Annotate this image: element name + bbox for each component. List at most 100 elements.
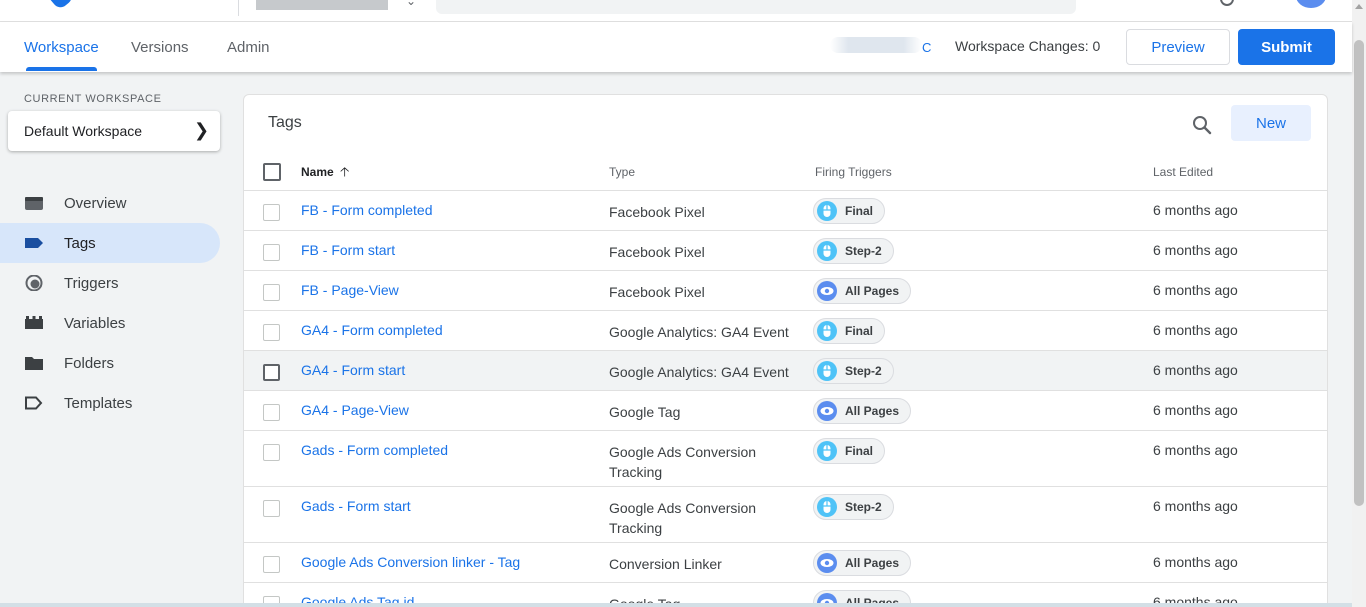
trigger-chip[interactable]: Step-2 <box>813 494 894 520</box>
sidebar-item-templates[interactable]: Templates <box>0 383 220 423</box>
column-header-firing-triggers: Firing Triggers <box>815 165 892 179</box>
tag-name-link[interactable]: FB - Form start <box>301 242 395 258</box>
select-all-checkbox[interactable] <box>263 163 281 181</box>
submit-button[interactable]: Submit <box>1238 29 1335 65</box>
scrollbar-thumb[interactable] <box>1354 40 1364 506</box>
last-edited: 6 months ago <box>1153 442 1238 458</box>
table-row[interactable]: GA4 - Form start Google Analytics: GA4 Ev… <box>244 351 1327 391</box>
page-scrollbar[interactable] <box>1352 0 1366 607</box>
tag-name-link[interactable]: Google Ads Conversion linker - Tag <box>301 554 520 570</box>
trigger-chip[interactable]: Step-2 <box>813 238 894 264</box>
workspace-name: Default Workspace <box>24 123 143 139</box>
tag-name-link[interactable]: GA4 - Form completed <box>301 322 443 338</box>
trigger-chip-label: All Pages <box>845 556 900 570</box>
tag-name-link[interactable]: GA4 - Form start <box>301 362 405 378</box>
table-row[interactable]: GA4 - Form completed Google Analytics: GA… <box>244 311 1327 351</box>
column-header-type[interactable]: Type <box>609 165 635 179</box>
tag-name-link[interactable]: GA4 - Page-View <box>301 402 409 418</box>
tag-name-link[interactable]: Gads - Form start <box>301 498 411 514</box>
sidebar-item-triggers[interactable]: Triggers <box>0 263 220 303</box>
trigger-chip[interactable]: Final <box>813 438 886 464</box>
row-checkbox[interactable] <box>263 556 280 573</box>
row-checkbox[interactable] <box>263 444 280 461</box>
tab-admin[interactable]: Admin <box>227 39 270 56</box>
trigger-chip[interactable]: All Pages <box>813 278 912 304</box>
last-edited: 6 months ago <box>1153 362 1238 378</box>
tab-workspace[interactable]: Workspace <box>24 39 99 56</box>
tag-type: Google Analytics: GA4 Event <box>609 364 789 380</box>
folder-icon <box>25 357 43 370</box>
table-row[interactable]: FB - Form completed Facebook Pixel Final 6 … <box>244 191 1327 231</box>
tag-type: Facebook Pixel <box>609 244 705 260</box>
current-workspace-label: CURRENT WORKSPACE <box>24 93 162 105</box>
trigger-chip[interactable]: All Pages <box>813 550 912 576</box>
tag-type: Google Tag <box>609 404 681 420</box>
row-checkbox[interactable] <box>263 324 280 341</box>
tag-type: Google Ads Conversion Tracking <box>609 500 757 536</box>
row-checkbox[interactable] <box>263 284 280 301</box>
column-header-name[interactable]: Name <box>301 165 334 179</box>
trigger-chip[interactable]: Final <box>813 318 886 344</box>
pageview-trigger-icon <box>817 281 837 301</box>
trigger-chip[interactable]: Step-2 <box>813 358 894 384</box>
table-row[interactable]: Google Ads Conversion linker - Tag Conver… <box>244 543 1327 583</box>
pageview-trigger-icon <box>817 401 837 421</box>
last-edited: 6 months ago <box>1153 322 1238 338</box>
row-checkbox[interactable] <box>263 404 280 421</box>
tab-versions[interactable]: Versions <box>131 39 189 56</box>
scroll-up-arrow-icon[interactable] <box>1355 4 1363 9</box>
table-row[interactable]: Gads - Form start Google Ads Conversion T… <box>244 487 1327 543</box>
table-header: Name 🡡 Type Firing Triggers Last Edited <box>244 151 1327 191</box>
trigger-chip-label: Step-2 <box>845 364 882 378</box>
sidebar-item-tags[interactable]: Tags <box>0 223 220 263</box>
overview-icon <box>25 197 43 210</box>
last-edited: 6 months ago <box>1153 202 1238 218</box>
column-header-last-edited[interactable]: Last Edited <box>1153 165 1213 179</box>
preview-button[interactable]: Preview <box>1126 29 1230 65</box>
table-row[interactable]: FB - Form start Facebook Pixel Step-2 6 mon… <box>244 231 1327 271</box>
variables-icon <box>25 316 43 329</box>
sidebar-item-label: Overview <box>64 195 127 212</box>
help-icon[interactable] <box>1220 0 1234 6</box>
avatar[interactable] <box>1296 0 1326 8</box>
table-row[interactable]: GA4 - Page-View Google Tag All Pages 6 mont… <box>244 391 1327 431</box>
sidebar-item-label: Folders <box>64 355 115 372</box>
workspace-changes-count: Workspace Changes: 0 <box>955 38 1101 54</box>
row-checkbox[interactable] <box>263 500 280 517</box>
sidebar-item-variables[interactable]: Variables <box>0 303 220 343</box>
table-row[interactable]: FB - Page-View Facebook Pixel All Pages 6 m… <box>244 271 1327 311</box>
workspace-selector[interactable]: Default Workspace ❯ <box>8 111 220 151</box>
table-row[interactable]: Gads - Form completed Google Ads Conversi… <box>244 431 1327 487</box>
tag-type: Google Ads Conversion Tracking <box>609 444 757 480</box>
app-bar: ⌄ <box>0 0 1352 22</box>
user-name[interactable]: C <box>922 40 931 55</box>
sidebar-item-overview[interactable]: Overview <box>0 183 220 223</box>
click-trigger-icon <box>817 201 837 221</box>
sidebar-item-label: Triggers <box>64 275 119 292</box>
pageview-trigger-icon <box>817 553 837 573</box>
sidebar-item-folders[interactable]: Folders <box>0 343 220 383</box>
redacted-user-name <box>830 37 922 53</box>
search-icon[interactable] <box>1190 113 1214 137</box>
click-trigger-icon <box>817 361 837 381</box>
trigger-chip[interactable]: All Pages <box>813 398 912 424</box>
new-tag-button[interactable]: New <box>1231 105 1311 141</box>
tag-name-link[interactable]: FB - Page-View <box>301 282 399 298</box>
row-checkbox[interactable] <box>263 244 280 261</box>
container-caret-icon[interactable]: ⌄ <box>406 0 416 8</box>
app-bar-divider <box>238 0 239 16</box>
row-checkbox[interactable] <box>263 204 280 221</box>
last-edited: 6 months ago <box>1153 554 1238 570</box>
row-checkbox[interactable] <box>263 364 280 381</box>
trigger-chip[interactable]: Final <box>813 198 886 224</box>
tag-name-link[interactable]: Gads - Form completed <box>301 442 448 458</box>
tags-table-card: Tags New Name 🡡 Type Firing Triggers Las… <box>243 94 1328 607</box>
trigger-chip-label: Step-2 <box>845 244 882 258</box>
container-selector[interactable] <box>256 0 388 10</box>
trigger-chip-label: Step-2 <box>845 500 882 514</box>
sort-ascending-icon[interactable]: 🡡 <box>340 163 349 185</box>
tag-name-link[interactable]: FB - Form completed <box>301 202 432 218</box>
trigger-chip-label: Final <box>845 324 874 338</box>
click-trigger-icon <box>817 241 837 261</box>
global-search-bar[interactable] <box>436 0 1076 14</box>
